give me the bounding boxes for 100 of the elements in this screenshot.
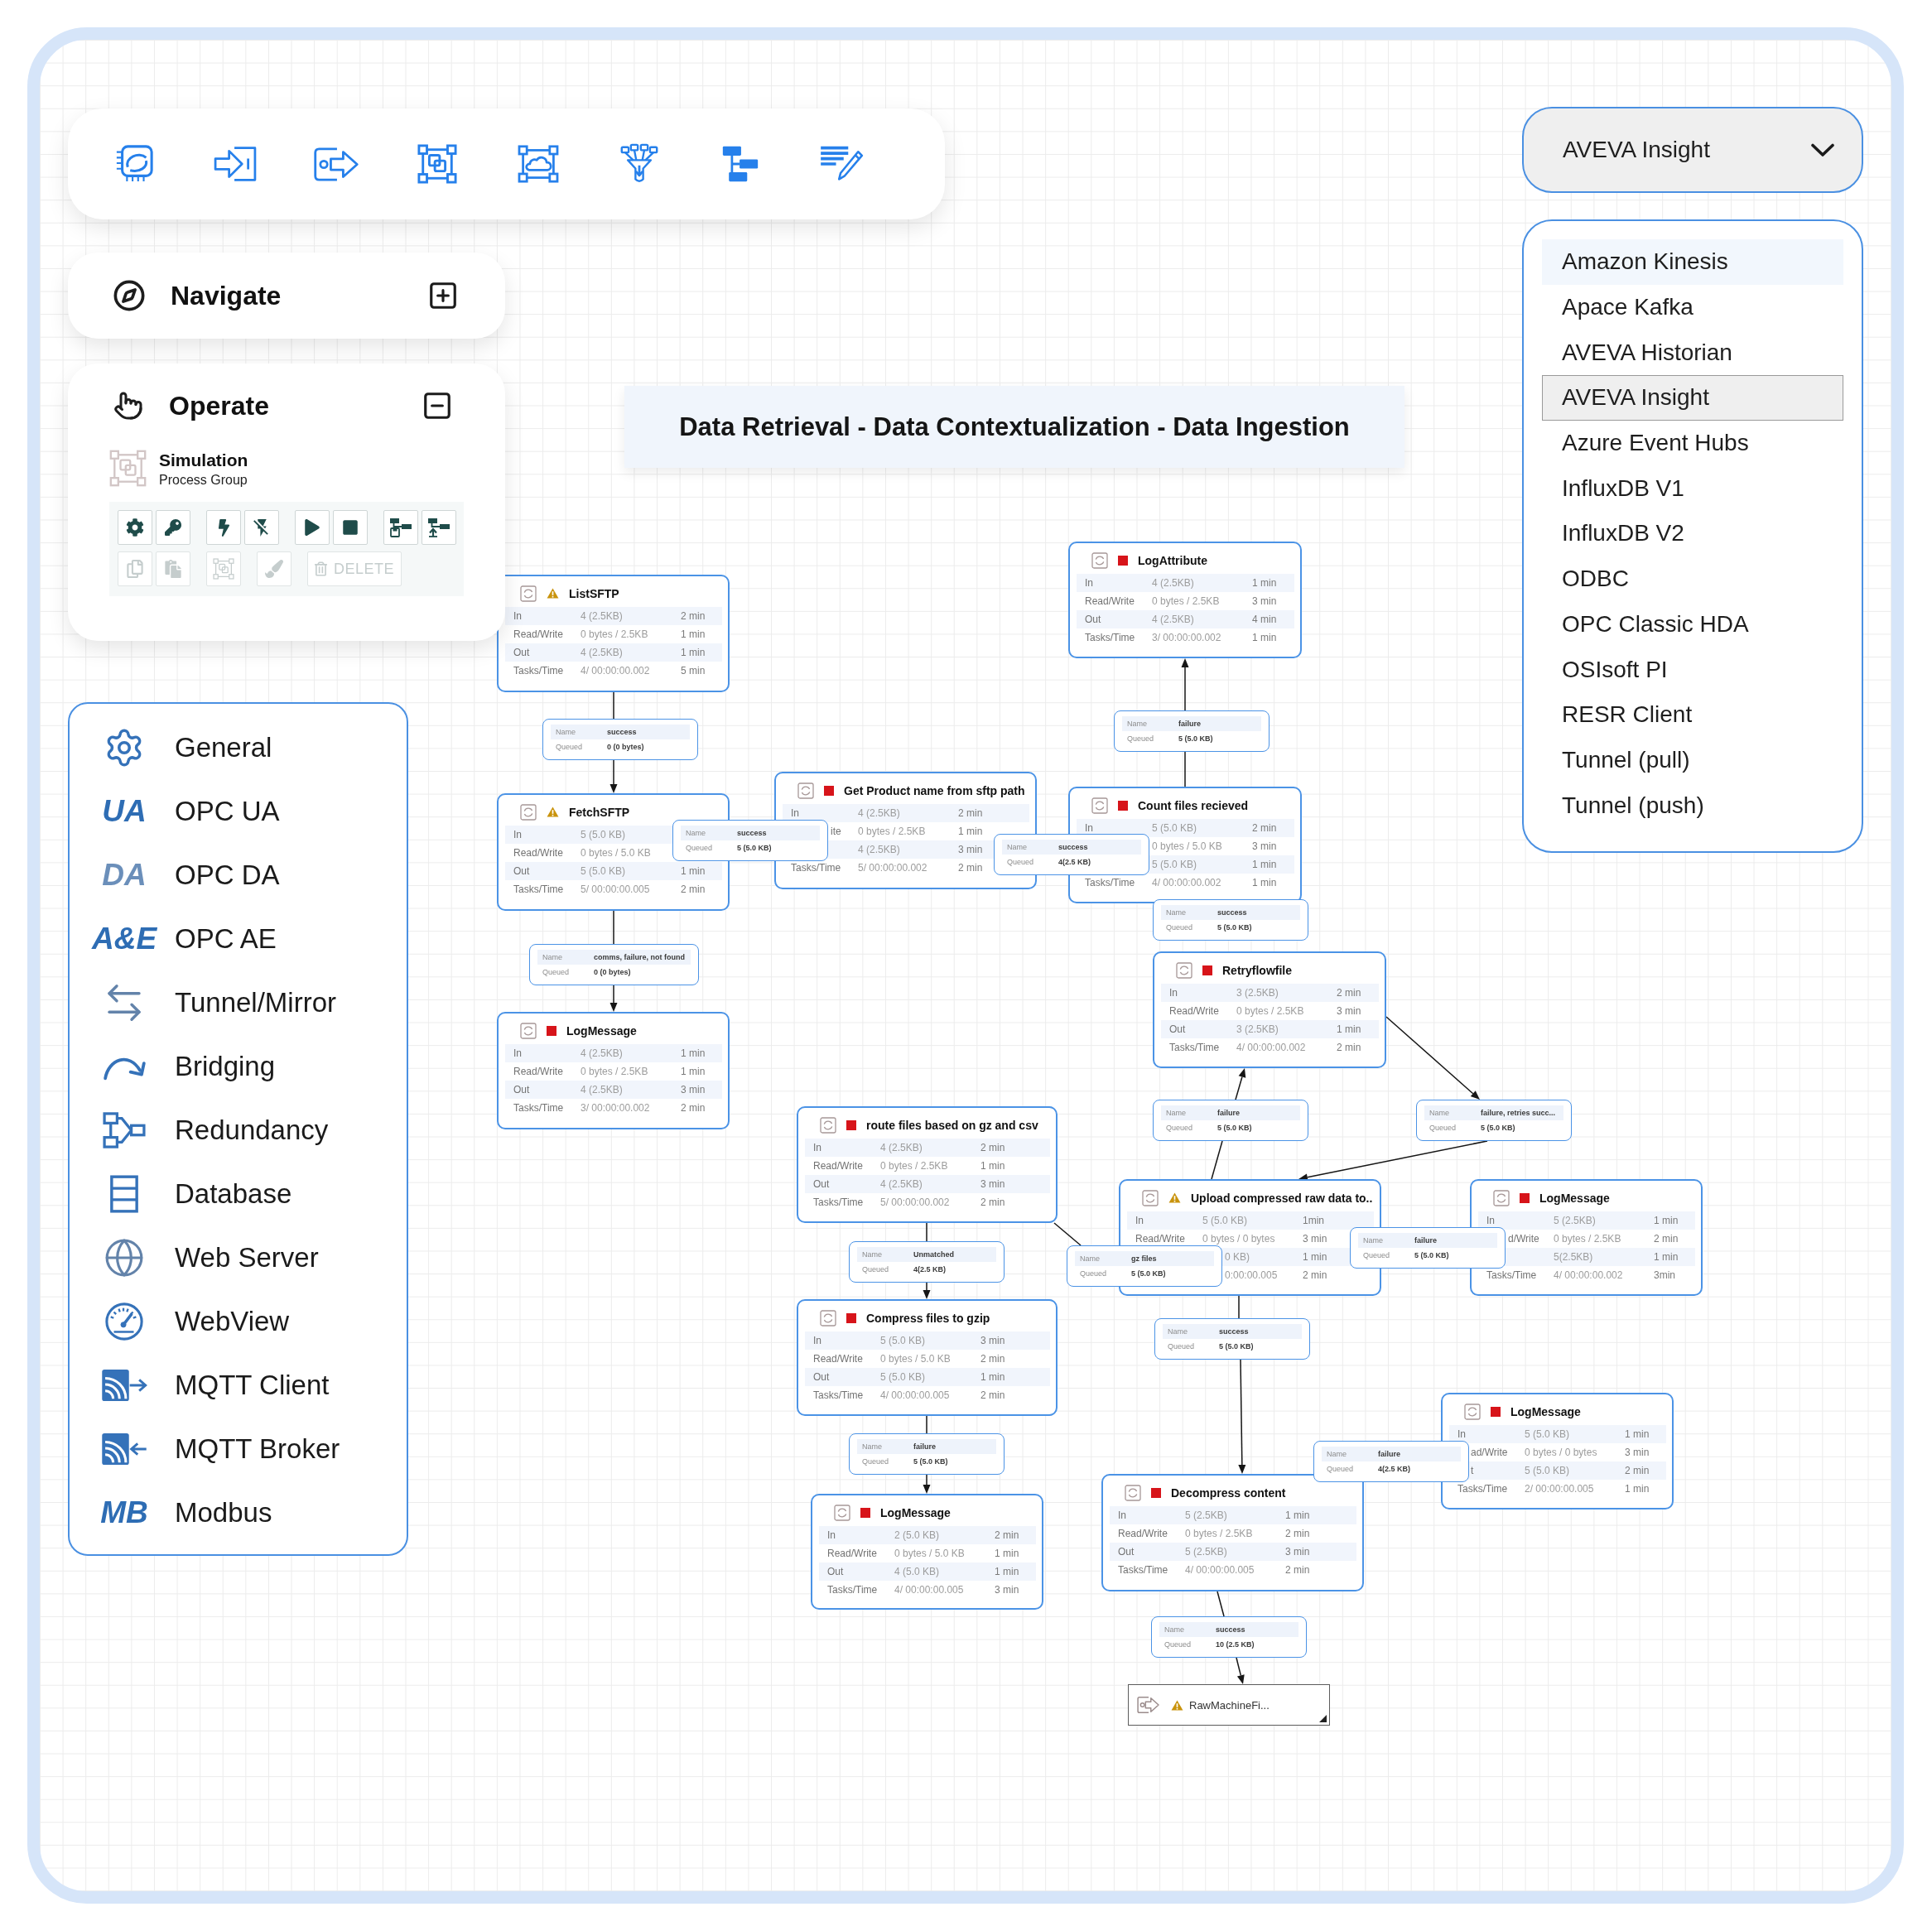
canvas-title-label: Data Retrieval - Data Contextualization - Data Ingestion bbox=[624, 386, 1404, 468]
stat-time: 2 min bbox=[980, 1389, 1005, 1401]
cycle-square-icon bbox=[1091, 551, 1108, 569]
stat-time: 2 min bbox=[980, 1142, 1005, 1153]
stat-time: 2 min bbox=[1252, 822, 1277, 834]
stat-value: 5/ 00:00:00.005 bbox=[581, 884, 650, 895]
field-label: Name bbox=[1327, 1449, 1347, 1459]
stat-label: In bbox=[1085, 822, 1093, 834]
dropdown-option[interactable]: Azure Event Hubs bbox=[1542, 420, 1843, 466]
stat-time: 2 min bbox=[1285, 1564, 1310, 1576]
funnel-icon[interactable] bbox=[619, 143, 659, 185]
stat-value: 0 bytes / 2.5KB bbox=[858, 826, 926, 837]
cycle-square-icon bbox=[820, 1309, 836, 1327]
stat-value: 3/ 00:00:00.002 bbox=[581, 1102, 650, 1114]
stat-label: In bbox=[513, 610, 522, 622]
stat-time: 3 min bbox=[995, 1584, 1019, 1596]
stat-time: 2 min bbox=[681, 1102, 706, 1114]
stat-label: Read/Write bbox=[1135, 1233, 1185, 1245]
stop-button[interactable] bbox=[333, 510, 368, 545]
connector-item[interactable]: Web Server bbox=[70, 1225, 319, 1289]
connector-item[interactable]: Redundancy bbox=[70, 1098, 329, 1162]
stat-value: 0 bytes / 2.5KB bbox=[1554, 1233, 1621, 1245]
upload-template-button[interactable] bbox=[422, 510, 456, 545]
stat-value: 4 (2.5KB) bbox=[581, 610, 623, 622]
processor-name: Get Product name from sftp path bbox=[844, 783, 1025, 797]
source-dropdown[interactable]: AVEVA Insight bbox=[1522, 107, 1863, 193]
cloud-frame-icon[interactable] bbox=[518, 145, 559, 183]
settings-button[interactable] bbox=[118, 510, 152, 545]
relationship-name: success bbox=[737, 828, 767, 838]
stat-label: Read/Write bbox=[513, 1066, 563, 1077]
stat-label: Out bbox=[827, 1566, 844, 1577]
bolt-off-button[interactable] bbox=[244, 510, 279, 545]
chip-icon[interactable] bbox=[114, 144, 154, 184]
stat-time: 1 min bbox=[980, 1371, 1005, 1383]
queued-count: 4(2.5 KB) bbox=[1058, 858, 1091, 867]
stat-value: 5 (5.0 KB) bbox=[581, 829, 626, 840]
save-template-button[interactable] bbox=[383, 510, 418, 545]
connector-item[interactable]: DA OPC DA bbox=[70, 843, 280, 907]
dropdown-option[interactable]: ODBC bbox=[1542, 556, 1843, 602]
stat-label: Tasks/Time bbox=[1457, 1483, 1508, 1495]
dropdown-option[interactable]: OSIsoft PI bbox=[1542, 647, 1843, 692]
queued-count: 4(2.5 KB) bbox=[913, 1265, 946, 1274]
dropdown-option[interactable]: OPC Classic HDA bbox=[1542, 601, 1843, 648]
processor-name: Decompress content bbox=[1171, 1485, 1286, 1500]
relationship-name: success bbox=[607, 727, 637, 737]
stat-value: 3 (2.5KB) bbox=[1236, 987, 1279, 999]
connector-item[interactable]: Bridging bbox=[70, 1034, 276, 1098]
stat-label: In bbox=[1486, 1215, 1495, 1226]
nested-squares-frame-icon bbox=[109, 450, 147, 487]
nested-squares-frame-icon[interactable] bbox=[417, 144, 457, 184]
queued-count: 0 (0 bytes) bbox=[607, 743, 644, 752]
arrow-into-frame-icon[interactable] bbox=[213, 145, 258, 183]
connector-item[interactable]: MB Modbus bbox=[70, 1481, 272, 1544]
dropdown-option[interactable]: AVEVA Historian bbox=[1542, 330, 1843, 376]
play-button[interactable] bbox=[295, 510, 330, 545]
connector-item[interactable]: MQTT Client bbox=[70, 1353, 330, 1417]
processor-name: Retryflowfile bbox=[1222, 963, 1292, 977]
dropdown-option[interactable]: InfluxDB V2 bbox=[1542, 511, 1843, 556]
stat-time: 2 min bbox=[980, 1353, 1005, 1365]
stat-time: 1 min bbox=[1252, 859, 1277, 870]
bolt-button[interactable] bbox=[206, 510, 241, 545]
stat-value: 4/ 00:00:00.005 bbox=[880, 1389, 950, 1401]
connector-item[interactable]: WebView bbox=[70, 1289, 290, 1353]
hierarchy-blocks-icon[interactable] bbox=[721, 145, 759, 183]
chevron-down-icon bbox=[1811, 142, 1834, 157]
relationship-name: failure bbox=[913, 1442, 936, 1452]
lines-pencil-icon[interactable] bbox=[819, 145, 864, 183]
connector-item[interactable]: Database bbox=[70, 1162, 292, 1225]
stat-value: 4/ 00:00:00.002 bbox=[1152, 877, 1221, 888]
dropdown-option[interactable]: InfluxDB V1 bbox=[1542, 465, 1843, 512]
dropdown-option[interactable]: RESR Client bbox=[1542, 691, 1843, 738]
stat-value: 4 (2.5KB) bbox=[880, 1178, 923, 1190]
relationship-name: Unmatched bbox=[913, 1249, 954, 1259]
processor-name: LogMessage bbox=[1510, 1404, 1581, 1418]
dropdown-option[interactable]: Tunnel (push) bbox=[1542, 782, 1843, 828]
stat-time: 1 min bbox=[1337, 1023, 1361, 1035]
dropdown-option[interactable]: Tunnel (pull) bbox=[1542, 737, 1843, 783]
dropdown-option[interactable]: Apace Kafka bbox=[1542, 284, 1843, 330]
stat-time: 2 min bbox=[1285, 1528, 1310, 1539]
connector-item[interactable]: A&E OPC AE bbox=[70, 907, 277, 970]
minus-square-icon[interactable] bbox=[422, 390, 453, 421]
queued-count: 5 (5.0 KB) bbox=[1178, 734, 1213, 744]
stat-label: Out bbox=[513, 647, 530, 658]
stat-value: 0 KB) bbox=[1225, 1251, 1250, 1263]
stat-label: In bbox=[513, 1047, 522, 1059]
connector-item[interactable]: MQTT Broker bbox=[70, 1417, 340, 1481]
connector-item[interactable]: General bbox=[70, 715, 272, 779]
dropdown-option[interactable]: AVEVA Insight bbox=[1542, 375, 1843, 421]
stat-value: 5 (5.0 KB) bbox=[1152, 859, 1197, 870]
plus-square-icon[interactable] bbox=[427, 280, 459, 311]
stat-label: In bbox=[1135, 1215, 1144, 1226]
stat-time: 2 min bbox=[958, 862, 983, 874]
key-button[interactable] bbox=[156, 510, 190, 545]
connector-item[interactable]: UA OPC UA bbox=[70, 779, 280, 843]
dropdown-option[interactable]: Amazon Kinesis bbox=[1542, 239, 1843, 285]
connector-item[interactable]: Tunnel/Mirror bbox=[70, 970, 336, 1034]
processor-name: Compress files to gzip bbox=[866, 1311, 990, 1325]
stat-time: 1 min bbox=[1252, 877, 1277, 888]
relationship-name: gz files bbox=[1131, 1254, 1157, 1264]
stat-value: 0 bytes / 2.5KB bbox=[1152, 595, 1220, 607]
